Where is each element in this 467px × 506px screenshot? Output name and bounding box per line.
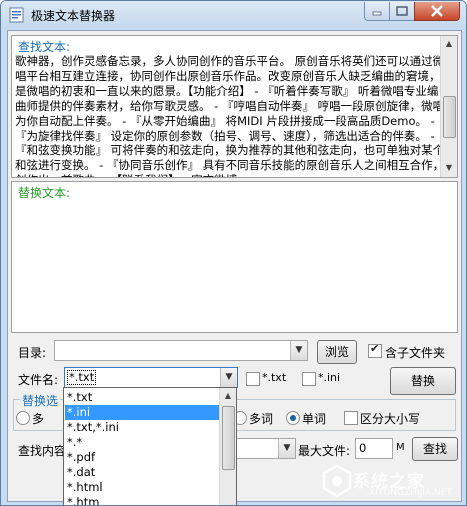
replace-text-area[interactable]: 替换文本: [11,181,458,333]
chevron-down-icon[interactable]: ▼ [278,439,295,458]
search-content-combo[interactable]: ▼ [236,438,296,459]
maximize-icon [396,6,408,16]
quick-ini-checkbox[interactable] [302,372,316,386]
dropdown-option[interactable]: *.txt [65,390,222,405]
find-text-label: 查找文本: [16,38,73,55]
max-file-input[interactable]: 0 [355,438,393,459]
max-file-unit: M [396,442,405,453]
options-group-label: 替换选 [20,392,61,409]
left-radio-label: 多 [32,412,45,426]
browse-button[interactable]: 浏览 [317,340,357,364]
find-text-content: 歌神器，创作灵感备忘录，多人协同创作的音乐平台。 原创音乐将英们还可以通过微唱平… [15,54,445,177]
watermark: 系统之家 XITONGZHIJIA.NET [317,457,463,501]
quick-txt-label: *.txt [262,371,287,384]
scroll-down-icon[interactable]: ▼ [441,160,457,176]
close-button[interactable] [414,2,460,21]
filename-dropdown[interactable]: *.txt *.ini *.txt,*.ini *.* *.pdf *.dat … [63,387,237,505]
directory-label: 目录: [18,346,47,360]
title-bar: 极速文本替换器 [1,1,466,29]
quick-txt-checkbox[interactable] [246,372,260,386]
find-text-area[interactable]: 查找文本: 歌神器，创作灵感备忘录，多人协同创作的音乐平台。 原创音乐将英们还可… [11,35,458,178]
dropdown-scrollbar[interactable]: ▲ [219,388,236,505]
left-radio[interactable] [16,411,30,425]
dropdown-option[interactable]: *.txt,*.ini [65,420,222,435]
dropdown-option[interactable]: *.pdf [65,450,222,465]
app-window: 极速文本替换器 查找文本: 歌神器，创作灵感备忘录，多人协同创作的音乐平台。 原… [0,0,467,506]
multi-word-label: 多词 [249,412,274,426]
case-sensitive-checkbox[interactable] [344,411,358,425]
maximize-button[interactable] [389,2,415,21]
filename-label: 文件名: [18,373,59,387]
filename-combo[interactable]: *.txt ▼ [64,367,238,388]
scroll-up-icon[interactable]: ▲ [441,36,457,52]
quick-ini-label: *.ini [318,371,341,384]
include-subfolders-checkbox[interactable] [368,342,382,358]
max-file-value: 0 [359,441,367,455]
single-word-label: 单词 [302,412,327,426]
find-scroll-thumb[interactable] [443,96,456,138]
replace-button[interactable]: 替换 [390,367,456,395]
app-icon [9,7,24,23]
chevron-down-icon[interactable]: ▼ [220,368,237,387]
dropdown-scroll-thumb[interactable] [222,406,235,470]
filename-value: *.txt [67,370,97,385]
directory-combo[interactable]: ▼ [54,340,308,361]
case-sensitive-label: 区分大小写 [360,412,421,426]
dropdown-option[interactable]: *.* [65,435,222,450]
dropdown-option-selected[interactable]: *.ini [65,405,222,420]
single-word-radio[interactable] [286,411,300,425]
window-title: 极速文本替换器 [31,9,116,23]
scroll-up-icon[interactable]: ▲ [220,388,236,404]
minimize-button[interactable] [364,2,390,21]
search-content-label: 查找内容 [18,444,67,458]
dropdown-option[interactable]: *.html [65,480,222,495]
watermark-subtext: XITONGZHIJIA.NET [369,488,452,498]
watermark-logo-icon [322,464,352,498]
dropdown-option[interactable]: *.htm [65,495,222,505]
find-scrollbar[interactable]: ▲ ▼ [440,36,457,177]
dropdown-option[interactable]: *.dat [65,465,222,480]
include-subfolders-label: 含子文件夹 [385,346,446,360]
replace-text-label: 替换文本: [16,184,73,201]
close-icon [431,5,443,17]
minimize-icon [372,11,382,16]
chevron-down-icon[interactable]: ▼ [290,341,307,360]
